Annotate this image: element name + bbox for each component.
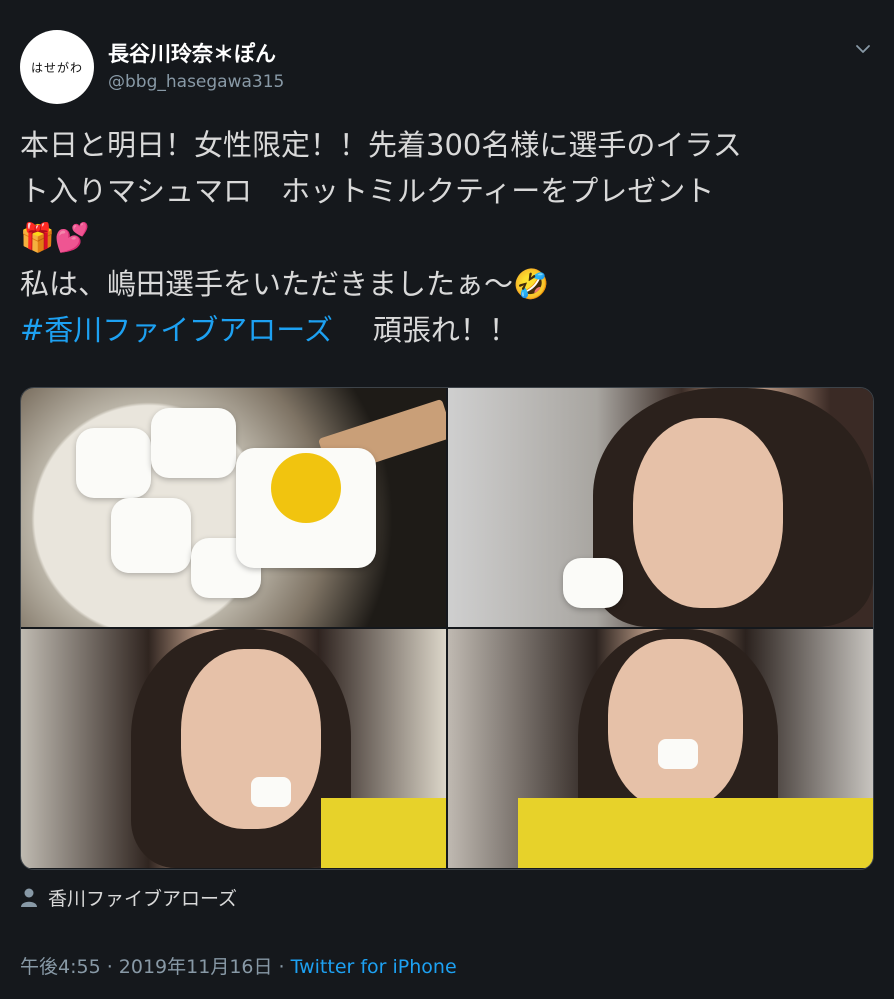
location-tag[interactable]: 香川ファイブアローズ (20, 884, 237, 911)
meta-separator: · (100, 956, 119, 978)
tweet-line: 頑張れ！！ (372, 313, 518, 347)
tweet-line: ト入りマシュマロ ホットミルクティーをプレゼント (20, 174, 715, 208)
author-handle[interactable]: @bbg_hasegawa315 (108, 72, 284, 92)
person-icon (21, 888, 37, 907)
chevron-down-icon[interactable] (854, 40, 872, 58)
photo-selfie-2[interactable] (21, 629, 446, 868)
tweet-line: 私は、嶋田選手をいただきましたぁ〜🤣 (20, 267, 550, 301)
photo-selfie-1[interactable] (448, 388, 873, 627)
source-link[interactable]: Twitter for iPhone (291, 956, 457, 978)
tweet-time[interactable]: 午後4:55 (20, 956, 101, 978)
media-grid (20, 387, 874, 870)
tweet-meta: 午後4:55 · 2019年11月16日 · Twitter for iPhon… (20, 952, 457, 979)
hashtag-link[interactable]: #香川ファイブアローズ (20, 313, 333, 347)
meta-separator: · (272, 956, 291, 978)
photo-marshmallow-cup[interactable] (21, 388, 446, 627)
photo-selfie-3[interactable] (448, 629, 873, 868)
avatar[interactable]: はせがわ (20, 30, 94, 104)
avatar-text: はせがわ (30, 60, 83, 75)
tweet-date[interactable]: 2019年11月16日 (119, 956, 273, 978)
gift-heart-emoji: 🎁💕 (20, 221, 90, 254)
location-name[interactable]: 香川ファイブアローズ (48, 884, 237, 911)
author-display-name[interactable]: 長谷川玲奈＊ぽん (108, 38, 276, 68)
tweet-line: 本日と明日！女性限定！！先着300名様に選手のイラス (20, 128, 742, 162)
tweet-text: 本日と明日！女性限定！！先着300名様に選手のイラス ト入りマシュマロ ホットミ… (20, 122, 870, 353)
